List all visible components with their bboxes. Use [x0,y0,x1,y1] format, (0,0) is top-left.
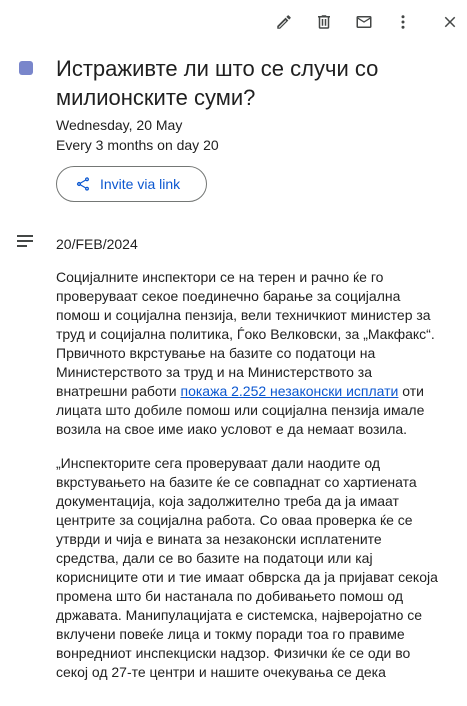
description-paragraph-1: Социјалните инспектори се на терен и рач… [56,268,446,439]
close-icon [444,16,456,28]
notes-icon [17,235,35,249]
event-color-indicator [19,61,33,75]
description-link[interactable]: покажа 2.252 незаконски исплати [181,383,399,399]
description-paragraph-2: „Инспекторите сега проверуваат дали наод… [56,455,438,680]
more-options-button[interactable] [389,8,417,36]
share-icon [76,177,90,191]
pencil-icon [277,15,291,29]
event-description: 20/FEB/2024 Социјалните инспектори се на… [56,235,446,697]
event-date: Wednesday, 20 May [56,117,183,133]
edit-button[interactable] [270,8,298,36]
delete-button[interactable] [310,8,338,36]
email-guests-button[interactable] [350,8,378,36]
more-vert-icon [401,15,405,29]
invite-via-link-label: Invite via link [100,176,181,192]
paragraph-text: Социјалните инспектори се на терен и рач… [56,269,435,399]
trash-icon [318,15,330,29]
close-button[interactable] [436,8,464,36]
description-dateline: 20/FEB/2024 [56,236,138,252]
toolbar [0,0,467,44]
invite-via-link-button[interactable]: Invite via link [56,166,207,202]
event-recurrence: Every 3 months on day 20 [56,137,219,153]
event-title: Истраживте ли што се случи со милионскит… [56,56,379,110]
mail-icon [356,16,372,28]
